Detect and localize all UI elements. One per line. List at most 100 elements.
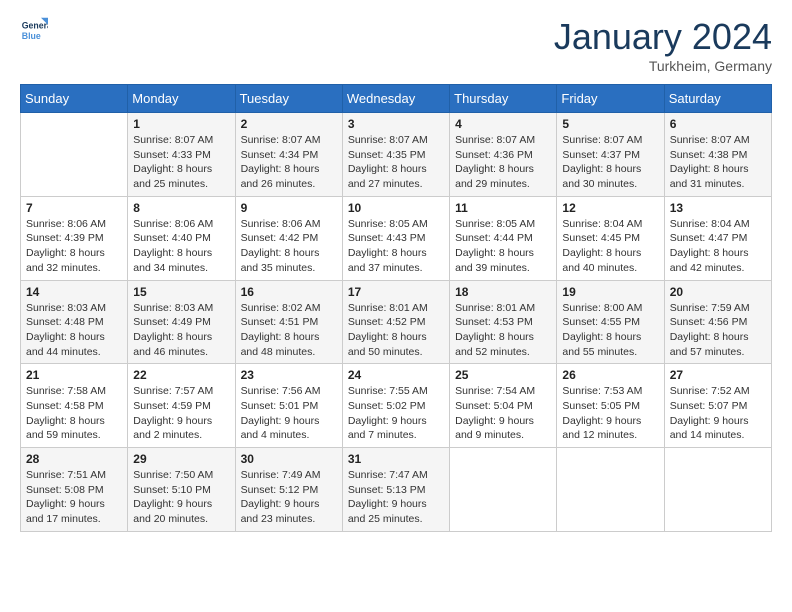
day-number: 11 [455, 201, 551, 215]
day-info: Sunrise: 8:04 AM Sunset: 4:45 PM Dayligh… [562, 217, 658, 276]
day-info: Sunrise: 8:03 AM Sunset: 4:49 PM Dayligh… [133, 301, 229, 360]
calendar-header: SundayMondayTuesdayWednesdayThursdayFrid… [21, 85, 772, 113]
calendar-cell: 11Sunrise: 8:05 AM Sunset: 4:44 PM Dayli… [450, 196, 557, 280]
day-number: 2 [241, 117, 337, 131]
day-number: 17 [348, 285, 444, 299]
calendar-table: SundayMondayTuesdayWednesdayThursdayFrid… [20, 84, 772, 532]
month-title: January 2024 [554, 16, 772, 58]
calendar-cell: 27 Sunrise: 7:52 AM Sunset: 5:07 PM Dayli… [664, 364, 771, 448]
week-row-1: 1 Sunrise: 8:07 AM Sunset: 4:33 PM Daylig… [21, 113, 772, 197]
calendar-cell: 15 Sunrise: 8:03 AM Sunset: 4:49 PM Dayli… [128, 280, 235, 364]
day-info: Sunrise: 8:03 AM Sunset: 4:48 PM Dayligh… [26, 301, 122, 360]
day-info: Sunrise: 7:57 AM Sunset: 4:59 PM Dayligh… [133, 384, 229, 443]
day-number: 18 [455, 285, 551, 299]
header-cell-monday: Monday [128, 85, 235, 113]
calendar-cell: 5 Sunrise: 8:07 AM Sunset: 4:37 PM Daylig… [557, 113, 664, 197]
day-number: 15 [133, 285, 229, 299]
day-info: Sunrise: 7:54 AM Sunset: 5:04 PM Dayligh… [455, 384, 551, 443]
day-number: 29 [133, 452, 229, 466]
svg-text:General: General [22, 20, 48, 30]
day-info: Sunrise: 8:06 AM Sunset: 4:39 PM Dayligh… [26, 217, 122, 276]
day-number: 1 [133, 117, 229, 131]
calendar-cell: 23 Sunrise: 7:56 AM Sunset: 5:01 PM Dayli… [235, 364, 342, 448]
week-row-5: 28Sunrise: 7:51 AM Sunset: 5:08 PM Dayli… [21, 448, 772, 532]
day-number: 31 [348, 452, 444, 466]
svg-text:Blue: Blue [22, 31, 41, 41]
calendar-cell: 17Sunrise: 8:01 AM Sunset: 4:52 PM Dayli… [342, 280, 449, 364]
header-cell-tuesday: Tuesday [235, 85, 342, 113]
day-info: Sunrise: 8:01 AM Sunset: 4:53 PM Dayligh… [455, 301, 551, 360]
day-number: 23 [241, 368, 337, 382]
calendar-cell: 1 Sunrise: 8:07 AM Sunset: 4:33 PM Daylig… [128, 113, 235, 197]
day-info: Sunrise: 8:07 AM Sunset: 4:38 PM Dayligh… [670, 133, 766, 192]
day-info: Sunrise: 8:07 AM Sunset: 4:34 PM Dayligh… [241, 133, 337, 192]
calendar-cell: 19Sunrise: 8:00 AM Sunset: 4:55 PM Dayli… [557, 280, 664, 364]
day-info: Sunrise: 7:47 AM Sunset: 5:13 PM Dayligh… [348, 468, 444, 527]
day-number: 9 [241, 201, 337, 215]
calendar-cell: 12 Sunrise: 8:04 AM Sunset: 4:45 PM Dayli… [557, 196, 664, 280]
week-row-3: 14 Sunrise: 8:03 AM Sunset: 4:48 PM Dayli… [21, 280, 772, 364]
header-row: SundayMondayTuesdayWednesdayThursdayFrid… [21, 85, 772, 113]
calendar-cell: 14 Sunrise: 8:03 AM Sunset: 4:48 PM Dayli… [21, 280, 128, 364]
calendar-cell [557, 448, 664, 532]
calendar-cell: 9Sunrise: 8:06 AM Sunset: 4:42 PM Daylig… [235, 196, 342, 280]
day-number: 5 [562, 117, 658, 131]
day-number: 6 [670, 117, 766, 131]
calendar-cell: 10 Sunrise: 8:05 AM Sunset: 4:43 PM Dayli… [342, 196, 449, 280]
day-info: Sunrise: 8:02 AM Sunset: 4:51 PM Dayligh… [241, 301, 337, 360]
day-number: 14 [26, 285, 122, 299]
day-info: Sunrise: 7:55 AM Sunset: 5:02 PM Dayligh… [348, 384, 444, 443]
day-number: 19 [562, 285, 658, 299]
day-info: Sunrise: 8:05 AM Sunset: 4:43 PM Dayligh… [348, 217, 444, 276]
day-number: 26 [562, 368, 658, 382]
day-number: 3 [348, 117, 444, 131]
calendar-cell: 26 Sunrise: 7:53 AM Sunset: 5:05 PM Dayli… [557, 364, 664, 448]
calendar-cell: 30Sunrise: 7:49 AM Sunset: 5:12 PM Dayli… [235, 448, 342, 532]
header-cell-wednesday: Wednesday [342, 85, 449, 113]
calendar-cell: 2 Sunrise: 8:07 AM Sunset: 4:34 PM Daylig… [235, 113, 342, 197]
logo-icon: General Blue [20, 16, 48, 44]
day-info: Sunrise: 7:59 AM Sunset: 4:56 PM Dayligh… [670, 301, 766, 360]
day-number: 25 [455, 368, 551, 382]
calendar-cell: 4Sunrise: 8:07 AM Sunset: 4:36 PM Daylig… [450, 113, 557, 197]
day-info: Sunrise: 8:07 AM Sunset: 4:36 PM Dayligh… [455, 133, 551, 192]
day-number: 22 [133, 368, 229, 382]
calendar-cell: 25 Sunrise: 7:54 AM Sunset: 5:04 PM Dayli… [450, 364, 557, 448]
header-cell-saturday: Saturday [664, 85, 771, 113]
day-number: 28 [26, 452, 122, 466]
header-cell-friday: Friday [557, 85, 664, 113]
calendar-cell: 20Sunrise: 7:59 AM Sunset: 4:56 PM Dayli… [664, 280, 771, 364]
week-row-2: 7Sunrise: 8:06 AM Sunset: 4:39 PM Daylig… [21, 196, 772, 280]
day-number: 10 [348, 201, 444, 215]
day-number: 16 [241, 285, 337, 299]
day-info: Sunrise: 7:56 AM Sunset: 5:01 PM Dayligh… [241, 384, 337, 443]
calendar-body: 1 Sunrise: 8:07 AM Sunset: 4:33 PM Daylig… [21, 113, 772, 532]
day-number: 27 [670, 368, 766, 382]
calendar-cell: 29Sunrise: 7:50 AM Sunset: 5:10 PM Dayli… [128, 448, 235, 532]
day-info: Sunrise: 8:07 AM Sunset: 4:37 PM Dayligh… [562, 133, 658, 192]
calendar-cell: 21 Sunrise: 7:58 AM Sunset: 4:58 PM Dayli… [21, 364, 128, 448]
day-number: 8 [133, 201, 229, 215]
week-row-4: 21 Sunrise: 7:58 AM Sunset: 4:58 PM Dayli… [21, 364, 772, 448]
day-info: Sunrise: 8:07 AM Sunset: 4:33 PM Dayligh… [133, 133, 229, 192]
day-number: 13 [670, 201, 766, 215]
calendar-cell: 28Sunrise: 7:51 AM Sunset: 5:08 PM Dayli… [21, 448, 128, 532]
day-info: Sunrise: 7:52 AM Sunset: 5:07 PM Dayligh… [670, 384, 766, 443]
day-info: Sunrise: 7:49 AM Sunset: 5:12 PM Dayligh… [241, 468, 337, 527]
calendar-cell: 31 Sunrise: 7:47 AM Sunset: 5:13 PM Dayli… [342, 448, 449, 532]
day-info: Sunrise: 7:58 AM Sunset: 4:58 PM Dayligh… [26, 384, 122, 443]
calendar-cell [21, 113, 128, 197]
calendar-cell [664, 448, 771, 532]
header-cell-thursday: Thursday [450, 85, 557, 113]
day-number: 12 [562, 201, 658, 215]
calendar-cell: 18 Sunrise: 8:01 AM Sunset: 4:53 PM Dayli… [450, 280, 557, 364]
day-number: 21 [26, 368, 122, 382]
location-subtitle: Turkheim, Germany [554, 58, 772, 74]
calendar-cell: 7Sunrise: 8:06 AM Sunset: 4:39 PM Daylig… [21, 196, 128, 280]
calendar-cell: 8Sunrise: 8:06 AM Sunset: 4:40 PM Daylig… [128, 196, 235, 280]
day-info: Sunrise: 7:53 AM Sunset: 5:05 PM Dayligh… [562, 384, 658, 443]
calendar-cell: 13Sunrise: 8:04 AM Sunset: 4:47 PM Dayli… [664, 196, 771, 280]
title-block: January 2024 Turkheim, Germany [554, 16, 772, 74]
day-number: 24 [348, 368, 444, 382]
day-info: Sunrise: 8:07 AM Sunset: 4:35 PM Dayligh… [348, 133, 444, 192]
